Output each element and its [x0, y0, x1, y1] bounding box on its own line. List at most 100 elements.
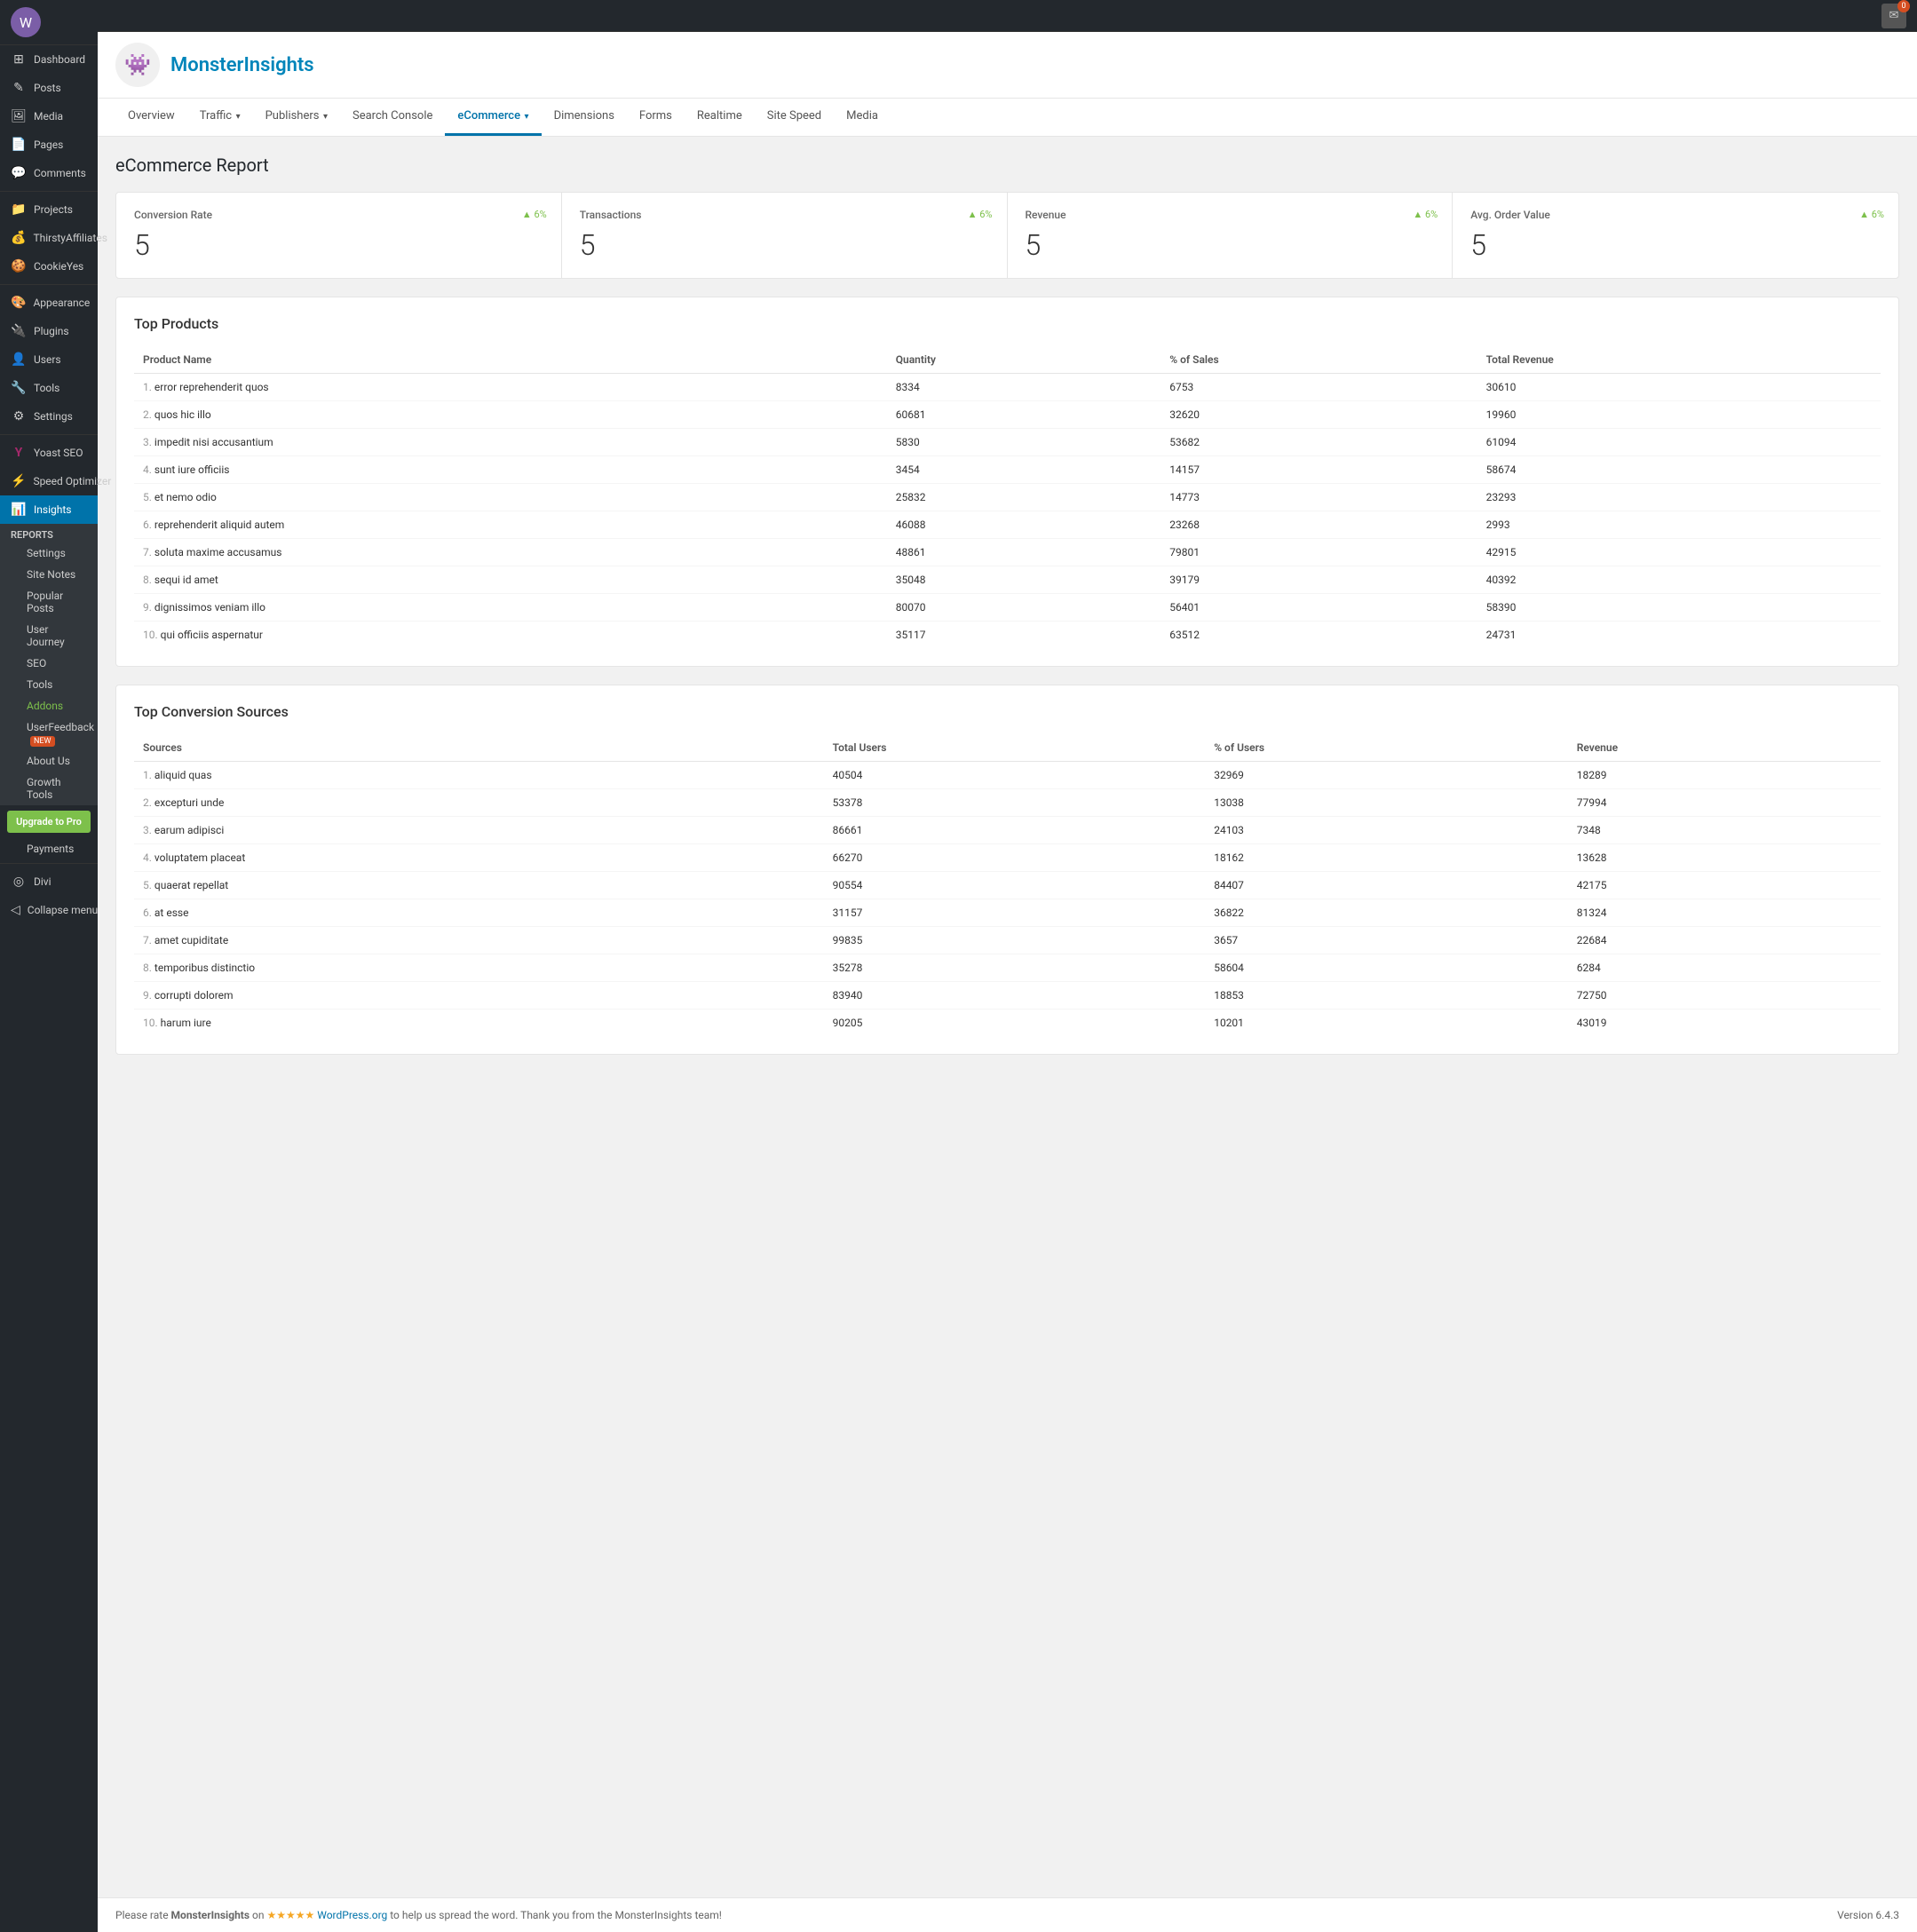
row-num: 8. [143, 574, 152, 586]
metric-label-revenue: Revenue [1026, 209, 1435, 221]
submenu-item-growth-tools[interactable]: Growth Tools [0, 772, 98, 805]
metric-cards: Conversion Rate 5 ▲ 6% Transactions 5 ▲ … [115, 192, 1899, 279]
media-icon: 🖼 [11, 109, 27, 123]
topbar-notification[interactable]: ✉ 0 [1881, 4, 1906, 28]
sidebar-item-tools[interactable]: 🔧 Tools [0, 374, 98, 402]
sidebar-divider-1 [0, 191, 98, 192]
settings-icon: ⚙ [11, 409, 27, 424]
wp-logo-icon: W [11, 7, 41, 37]
sidebar-item-projects[interactable]: 📁 Projects [0, 195, 98, 224]
metric-label-transactions: Transactions [580, 209, 989, 221]
submenu-item-about-us[interactable]: About Us [0, 750, 98, 772]
total-revenue-cell: 61094 [1477, 429, 1881, 456]
sidebar-item-comments[interactable]: 💬 Comments [0, 159, 98, 187]
col-pct-users: % of Users [1205, 734, 1568, 762]
top-products-table: Product Name Quantity % of Sales Total R… [134, 346, 1881, 648]
sidebar-item-label: Posts [34, 82, 61, 94]
total-users-cell: 35278 [824, 954, 1206, 982]
total-revenue-cell: 2993 [1477, 511, 1881, 539]
sidebar-item-divi[interactable]: ◎ Divi [0, 867, 98, 896]
arrow-up-icon: ▲ [522, 209, 532, 220]
row-num: 1. [143, 769, 152, 781]
sidebar-item-media[interactable]: 🖼 Media [0, 102, 98, 131]
submenu-item-addons[interactable]: Addons [0, 695, 98, 717]
revenue-cell: 22684 [1568, 927, 1881, 954]
sidebar-item-insights[interactable]: 📊 Insights [0, 495, 98, 524]
top-conversion-sources-table: Sources Total Users % of Users Revenue 1… [134, 734, 1881, 1036]
tab-search-console[interactable]: Search Console [340, 99, 445, 136]
submenu-item-tools[interactable]: Tools [0, 674, 98, 695]
sidebar-item-cookieyes[interactable]: 🍪 CookieYes [0, 252, 98, 281]
sidebar-item-label: Appearance [33, 297, 90, 309]
footer-wordpress-link[interactable]: WordPress.org [317, 1909, 387, 1921]
sidebar-item-thirstyaffiliates[interactable]: 💰 ThirstyAffiliates [0, 224, 98, 252]
tab-ecommerce[interactable]: eCommerce ▾ [445, 99, 541, 136]
tab-site-speed[interactable]: Site Speed [755, 99, 834, 136]
plugin-header: 👾 MonsterInsights [98, 32, 1917, 99]
col-pct-sales: % of Sales [1160, 346, 1477, 374]
total-users-cell: 31157 [824, 899, 1206, 927]
plugin-title: MonsterInsights [170, 54, 314, 76]
tab-forms[interactable]: Forms [627, 99, 685, 136]
sidebar-item-plugins[interactable]: 🔌 Plugins [0, 317, 98, 345]
tab-publishers[interactable]: Publishers ▾ [253, 99, 340, 136]
users-icon: 👤 [11, 352, 27, 367]
pct-sales-cell: 14773 [1160, 484, 1477, 511]
submenu-item-user-journey[interactable]: User Journey [0, 619, 98, 653]
tab-media[interactable]: Media [834, 99, 891, 136]
tab-realtime[interactable]: Realtime [685, 99, 755, 136]
metric-value-transactions: 5 [580, 228, 989, 262]
arrow-up-icon: ▲ [968, 209, 978, 220]
revenue-cell: 81324 [1568, 899, 1881, 927]
pct-users-cell: 18853 [1205, 982, 1568, 1010]
wp-admin-layout: W ⊞ Dashboard ✎ Posts 🖼 Media 📄 Pages 💬 … [0, 0, 1917, 1932]
table-row: 1. error reprehenderit quos 8334 6753 30… [134, 374, 1881, 401]
submenu-item-userfeedback[interactable]: UserFeedback NEW [0, 717, 98, 750]
total-users-cell: 86661 [824, 817, 1206, 844]
sidebar-item-users[interactable]: 👤 Users [0, 345, 98, 374]
row-num: 8. [143, 962, 152, 974]
total-users-cell: 90205 [824, 1010, 1206, 1037]
tab-traffic[interactable]: Traffic ▾ [187, 99, 253, 136]
sidebar: W ⊞ Dashboard ✎ Posts 🖼 Media 📄 Pages 💬 … [0, 0, 98, 1932]
tab-dimensions[interactable]: Dimensions [542, 99, 627, 136]
pages-icon: 📄 [11, 138, 27, 152]
total-revenue-cell: 42915 [1477, 539, 1881, 566]
sidebar-item-speed-optimizer[interactable]: ⚡ Speed Optimizer [0, 467, 98, 495]
metric-card-avg-order-value: Avg. Order Value 5 ▲ 6% [1453, 193, 1898, 278]
sidebar-item-label: CookieYes [34, 260, 83, 273]
footer-rating-text: Please rate MonsterInsights on ★★★★★ Wor… [115, 1909, 722, 1921]
pct-users-cell: 18162 [1205, 844, 1568, 872]
table-row: 6. reprehenderit aliquid autem 46088 232… [134, 511, 1881, 539]
sidebar-submenu: Reports Settings Site Notes Popular Post… [0, 524, 98, 805]
pct-sales-cell: 32620 [1160, 401, 1477, 429]
submenu-item-site-notes[interactable]: Site Notes [0, 564, 98, 585]
sidebar-item-yoast[interactable]: Y Yoast SEO [0, 439, 98, 467]
tab-overview[interactable]: Overview [115, 99, 187, 136]
submenu-item-payments[interactable]: Payments [0, 838, 98, 859]
sidebar-item-settings[interactable]: ⚙ Settings [0, 402, 98, 431]
row-num: 10. [143, 629, 158, 641]
table-row: 5. quaerat repellat 90554 84407 42175 [134, 872, 1881, 899]
sidebar-item-pages[interactable]: 📄 Pages [0, 131, 98, 159]
sidebar-item-appearance[interactable]: 🎨 Appearance [0, 289, 98, 317]
table-row: 7. amet cupiditate 99835 3657 22684 [134, 927, 1881, 954]
row-num: 3. [143, 824, 152, 836]
sidebar-item-dashboard[interactable]: ⊞ Dashboard [0, 45, 98, 74]
quantity-cell: 8334 [887, 374, 1161, 401]
collapse-icon: ◁ [11, 903, 20, 917]
submenu-item-settings[interactable]: Settings [0, 542, 98, 564]
table-row: 10. harum iure 90205 10201 43019 [134, 1010, 1881, 1037]
sidebar-item-collapse-menu[interactable]: ◁ Collapse menu [0, 896, 98, 924]
submenu-title: Reports [0, 524, 98, 542]
table-row: 7. soluta maxime accusamus 48861 79801 4… [134, 539, 1881, 566]
submenu-item-popular-posts[interactable]: Popular Posts [0, 585, 98, 619]
pct-sales-cell: 14157 [1160, 456, 1477, 484]
topbar: ✉ 0 [98, 0, 1917, 32]
plugin-title-part1: Monster [170, 54, 243, 76]
submenu-item-seo[interactable]: SEO [0, 653, 98, 674]
sidebar-item-posts[interactable]: ✎ Posts [0, 74, 98, 102]
sidebar-logo: W [0, 0, 98, 45]
metric-card-transactions: Transactions 5 ▲ 6% [562, 193, 1008, 278]
upgrade-to-pro-button[interactable]: Upgrade to Pro [7, 811, 91, 833]
